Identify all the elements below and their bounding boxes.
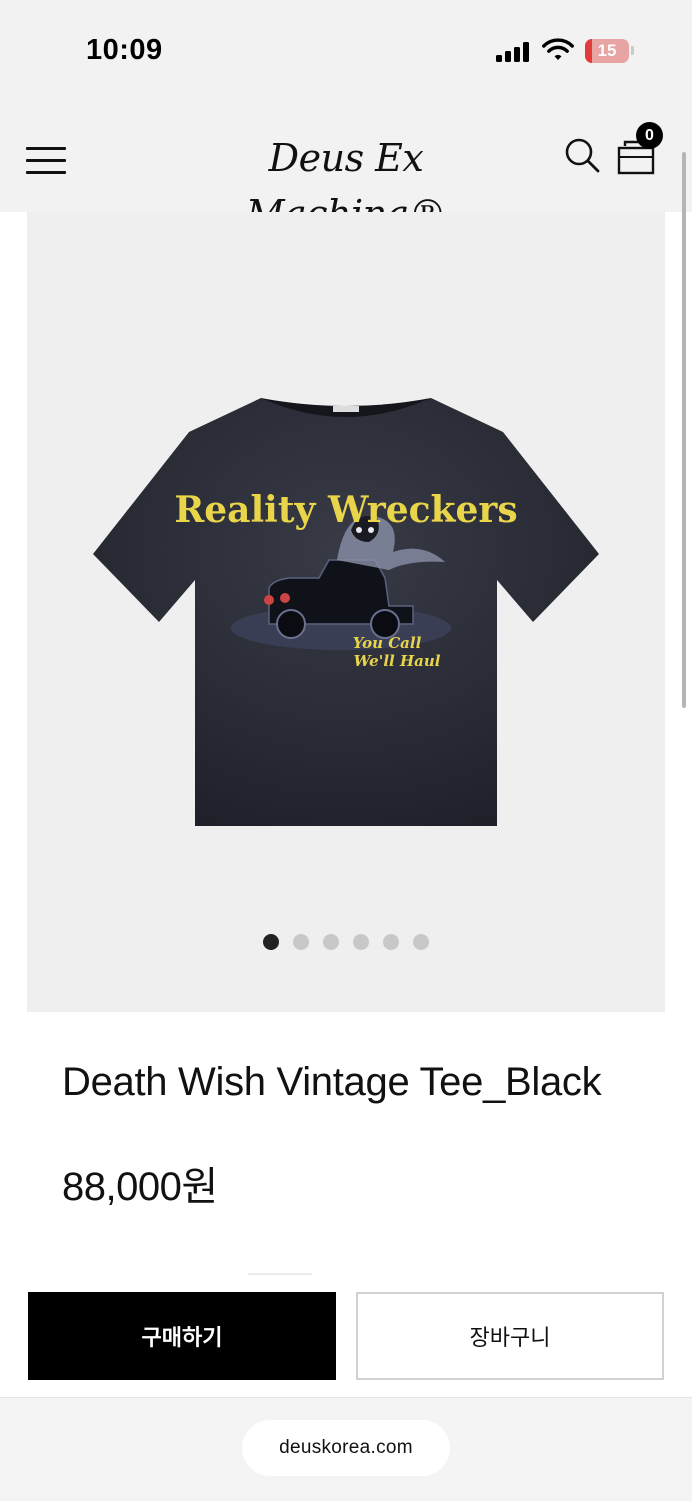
graphic-title-text: Reality Wreckers <box>174 489 517 531</box>
battery-indicator: 15 <box>585 39 629 63</box>
hamburger-menu-icon[interactable] <box>26 147 66 175</box>
gallery-pagination <box>263 934 429 950</box>
divider <box>248 1273 312 1275</box>
brand-logo[interactable]: Deus Ex Machina® <box>190 130 502 236</box>
address-bar[interactable]: deuskorea.com <box>242 1420 450 1476</box>
site-header: Deus Ex Machina® 0 <box>0 100 692 236</box>
gallery-dot-5[interactable] <box>383 934 399 950</box>
search-icon[interactable] <box>563 136 601 174</box>
cellular-signal-icon <box>496 42 530 62</box>
graphic-tagline-line-1: You Call <box>353 634 422 652</box>
browser-toolbar: deuskorea.com <box>0 1397 692 1501</box>
cart-count-badge: 0 <box>636 122 663 149</box>
battery-level-text: 15 <box>597 41 617 60</box>
gallery-dot-4[interactable] <box>353 934 369 950</box>
wifi-icon <box>542 38 574 60</box>
status-time: 10:09 <box>86 34 163 66</box>
page-scrollbar[interactable] <box>682 152 686 708</box>
battery-nub <box>631 46 634 55</box>
neck-label <box>333 406 359 412</box>
add-to-cart-button[interactable]: 장바구니 <box>356 1292 664 1380</box>
gallery-dot-1[interactable] <box>263 934 279 950</box>
product-title: Death Wish Vintage Tee_Black <box>62 1060 602 1104</box>
gallery-dot-3[interactable] <box>323 934 339 950</box>
product-image[interactable]: Reality Wreckers You Call We'll Haul <box>93 392 599 832</box>
gallery-dot-2[interactable] <box>293 934 309 950</box>
product-gallery[interactable]: Reality Wreckers You Call We'll Haul <box>27 212 665 1012</box>
buy-now-button[interactable]: 구매하기 <box>28 1292 336 1380</box>
graphic-tagline-line-2: We'll Haul <box>354 652 441 670</box>
gallery-dot-6[interactable] <box>413 934 429 950</box>
status-bar: 10:09 15 <box>0 0 692 100</box>
product-price: 88,000원 <box>62 1165 218 1209</box>
